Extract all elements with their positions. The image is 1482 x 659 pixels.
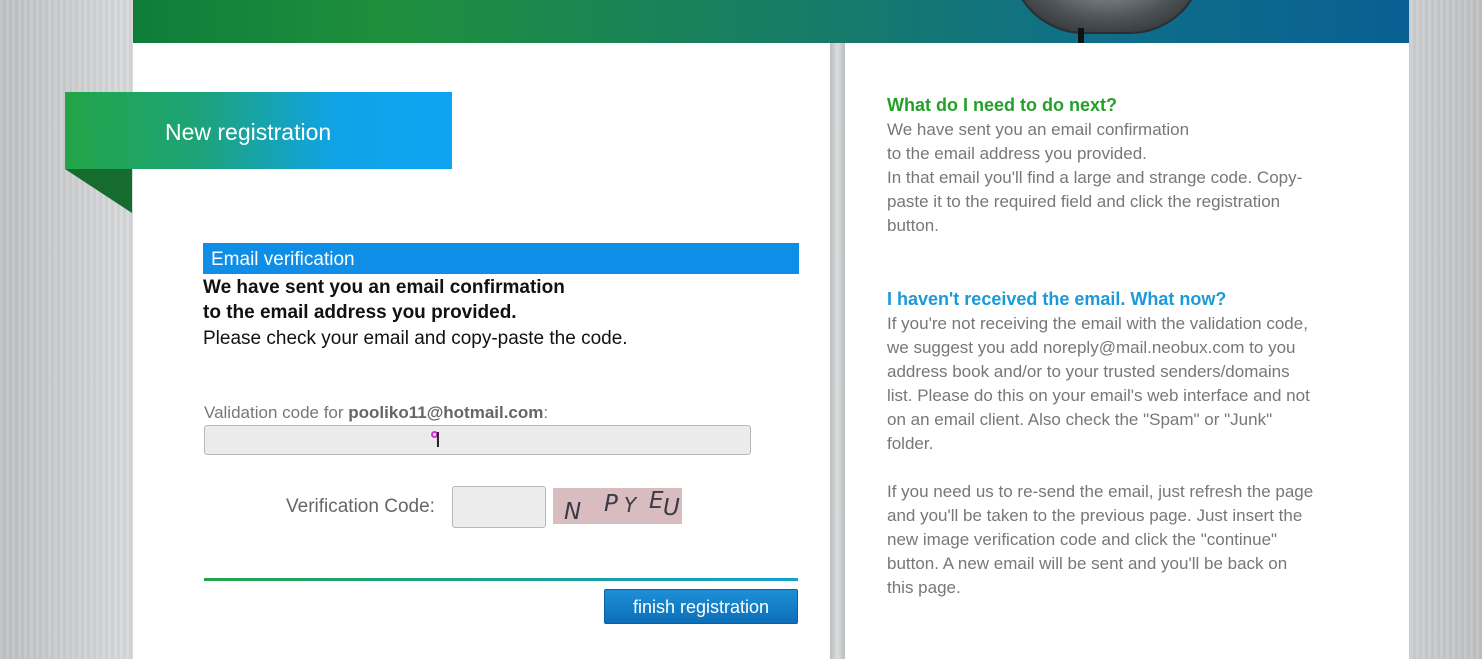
verification-code-label: Verification Code: (286, 496, 435, 517)
resend-line: this page. (887, 578, 961, 597)
captcha-char: Y (624, 493, 637, 517)
next-steps-line: In that email you'll find a large and st… (887, 168, 1303, 187)
resend-line: new image verification code and click th… (887, 530, 1278, 549)
panel-divider (830, 43, 845, 659)
confirmation-text-line-2: to the email address you provided. (203, 302, 517, 323)
finish-registration-button[interactable]: finish registration (604, 589, 798, 624)
next-steps-line: button. (887, 216, 939, 235)
next-steps-line: We have sent you an email confirmation (887, 120, 1190, 139)
ribbon-fold (65, 169, 132, 213)
next-steps-line: to the email address you provided. (887, 144, 1147, 163)
title-ribbon: New registration (65, 92, 452, 169)
not-received-line: folder. (887, 434, 934, 453)
captcha-char: N (564, 499, 582, 525)
confirmation-text-line-1: We have sent you an email confirmation (203, 277, 565, 298)
not-received-line: list. Please do this on your email's web… (887, 386, 1310, 405)
instruction-text: Please check your email and copy-paste t… (203, 328, 628, 349)
validation-label-prefix: Validation code for (204, 403, 349, 422)
mouse-cable-graphic (1078, 28, 1084, 43)
not-received-line: on an email client. Also check the "Spam… (887, 410, 1273, 429)
next-steps-line: paste it to the required field and click… (887, 192, 1281, 211)
validation-code-label: Validation code for pooliko11@hotmail.co… (204, 403, 548, 423)
captcha-image: N P Y E U (553, 488, 682, 525)
captcha-char: E (649, 488, 664, 514)
captcha-char: U (663, 495, 680, 521)
resend-line: and you'll be taken to the previous page… (887, 506, 1303, 525)
captcha-char: P (604, 491, 618, 517)
not-received-line: If you're not receiving the email with t… (887, 314, 1308, 333)
verification-code-input[interactable] (452, 486, 546, 528)
not-received-heading: I haven't received the email. What now? (887, 289, 1227, 309)
email-verification-header: Email verification (203, 243, 799, 274)
resend-line: button. A new email will be sent and you… (887, 554, 1288, 573)
resend-line: If you need us to re-send the email, jus… (887, 482, 1314, 501)
validation-label-suffix: : (543, 403, 549, 422)
validation-code-input[interactable]: I (204, 425, 751, 455)
not-received-line: we suggest you add noreply@mail.neobux.c… (887, 338, 1296, 357)
next-steps-heading: What do I need to do next? (887, 95, 1117, 115)
text-cursor-icon: I (435, 428, 441, 452)
header-banner (133, 0, 1409, 43)
form-divider (204, 578, 798, 581)
page-title: New registration (165, 119, 332, 145)
validation-email: pooliko11@hotmail.com (348, 403, 544, 422)
not-received-line: address book and/or to your trusted send… (887, 362, 1290, 381)
